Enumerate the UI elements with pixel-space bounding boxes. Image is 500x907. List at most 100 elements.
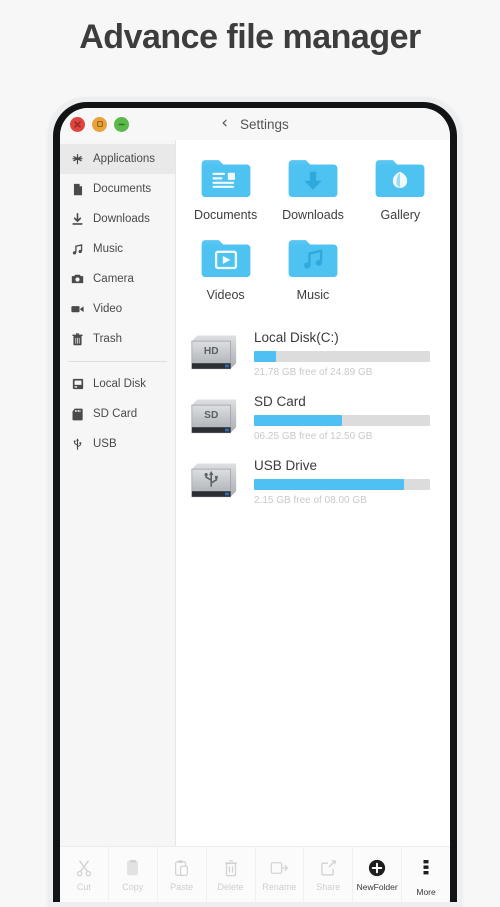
sidebar-item-documents[interactable]: Documents [60, 174, 175, 204]
trash-icon [223, 858, 239, 878]
storage-item-local-disk[interactable]: HD Local Disk(C:) 21.78 GB free of 24.89… [182, 322, 444, 386]
folder-documents-icon [199, 156, 253, 202]
hard-drive-icon: HD [186, 330, 242, 378]
paste-icon [173, 858, 190, 878]
storage-name: SD Card [254, 394, 306, 409]
sidebar-item-trash[interactable]: Trash [60, 324, 175, 354]
copy-icon [124, 858, 141, 878]
window-body: Applications Documents Downloads Music C… [60, 140, 450, 846]
sidebar: Applications Documents Downloads Music C… [60, 140, 176, 846]
folder-item-gallery[interactable]: Gallery [357, 152, 444, 228]
minimize-icon[interactable] [114, 116, 129, 132]
storage-progress-bar [254, 479, 430, 490]
page-title: Advance file manager [79, 18, 421, 56]
sidebar-item-sd-card[interactable]: SD Card [60, 399, 175, 429]
sidebar-item-label: Applications [93, 153, 156, 165]
storage-info: USB Drive 2.15 GB free of 08.00 GB [254, 458, 436, 506]
folder-music-icon [286, 236, 340, 282]
storage-progress-fill [254, 415, 342, 426]
sidebar-item-label: Camera [93, 273, 134, 285]
folder-label: Music [296, 288, 330, 302]
tool-label: More [416, 886, 436, 897]
sidebar-item-camera[interactable]: Camera [60, 264, 175, 294]
app-window: ‹ Settings Applications Documents Downlo… [60, 108, 450, 902]
rename-icon [270, 858, 289, 878]
sidebar-item-video[interactable]: Video [60, 294, 175, 324]
sd-drive-icon: SD [186, 394, 242, 442]
cut-button[interactable]: Cut [60, 847, 109, 902]
usb-drive-icon [186, 458, 242, 506]
sidebar-item-label: Downloads [93, 213, 150, 225]
window-controls [70, 116, 129, 132]
sidebar-divider [68, 361, 167, 362]
copy-button[interactable]: Copy [109, 847, 158, 902]
rename-button[interactable]: Rename [256, 847, 305, 902]
more-vertical-icon [423, 858, 429, 878]
more-button[interactable]: More [402, 847, 450, 902]
sidebar-item-downloads[interactable]: Downloads [60, 204, 175, 234]
sidebar-item-label: Music [93, 243, 124, 255]
tool-label: Share [316, 881, 341, 892]
sidebar-item-local-disk[interactable]: Local Disk [60, 369, 175, 399]
applications-icon [71, 153, 84, 166]
bottom-toolbar: Cut Copy Paste Delete Rename Share NewFo… [60, 846, 450, 902]
storage-info: SD Card 06.25 GB free of 12.50 GB [254, 394, 436, 442]
sidebar-item-label: Local Disk [93, 378, 147, 390]
storage-name: Local Disk(C:) [254, 330, 339, 345]
storage-progress-fill [254, 479, 404, 490]
storage-item-sd-card[interactable]: SD SD Card 06.25 GB free of 12.50 GB [182, 386, 444, 450]
svg-text:HD: HD [204, 346, 219, 357]
folder-gallery-icon [373, 156, 427, 202]
storage-usage-text: 06.25 GB free of 12.50 GB [254, 431, 373, 442]
storage-item-usb-drive[interactable]: USB Drive 2.15 GB free of 08.00 GB [182, 450, 444, 514]
chevron-left-icon[interactable]: ‹ [221, 114, 228, 132]
download-icon [71, 212, 84, 226]
folder-label: Downloads [282, 208, 344, 222]
folder-item-documents[interactable]: Documents [182, 152, 269, 228]
window-titlebar: ‹ Settings [60, 108, 450, 140]
share-icon [320, 858, 337, 878]
usb-icon [71, 438, 84, 451]
content-area: Documents Downloads Gallery Videos Music… [176, 140, 450, 846]
close-icon[interactable] [70, 116, 85, 132]
camera-icon [71, 273, 84, 286]
sidebar-item-applications[interactable]: Applications [60, 144, 175, 174]
paste-button[interactable]: Paste [158, 847, 207, 902]
tool-label: NewFolder [356, 881, 398, 892]
hard-disk-icon [71, 378, 84, 391]
nav-title: Settings [240, 116, 289, 132]
tool-label: Cut [76, 881, 91, 892]
sidebar-item-label: Video [93, 303, 123, 315]
phone-frame: ‹ Settings Applications Documents Downlo… [48, 97, 462, 907]
folder-item-videos[interactable]: Videos [182, 232, 269, 308]
folder-label: Gallery [380, 208, 421, 222]
maximize-icon[interactable] [92, 116, 107, 132]
folder-downloads-icon [286, 156, 340, 202]
tool-label: Rename [262, 881, 297, 892]
folder-label: Documents [194, 208, 258, 222]
svg-text:SD: SD [204, 410, 218, 421]
sidebar-item-music[interactable]: Music [60, 234, 175, 264]
share-button[interactable]: Share [304, 847, 354, 902]
tool-label: Paste [170, 881, 194, 892]
folder-item-music[interactable]: Music [269, 232, 356, 308]
plus-circle-icon [368, 858, 386, 878]
sidebar-item-usb[interactable]: USB [60, 429, 175, 459]
storage-progress-fill [254, 351, 276, 362]
folder-item-downloads[interactable]: Downloads [269, 152, 356, 228]
folder-grid: Documents Downloads Gallery Videos Music [182, 152, 444, 308]
storage-progress-bar [254, 415, 430, 426]
new-folder-button[interactable]: NewFolder [353, 847, 403, 902]
document-icon [71, 183, 84, 196]
sidebar-item-label: SD Card [93, 408, 138, 420]
delete-button[interactable]: Delete [207, 847, 256, 902]
storage-info: Local Disk(C:) 21.78 GB free of 24.89 GB [254, 330, 436, 378]
sidebar-item-label: Documents [93, 183, 152, 195]
sidebar-item-label: USB [93, 438, 117, 450]
phone-bezel: ‹ Settings Applications Documents Downlo… [53, 102, 457, 902]
trash-icon [71, 332, 84, 346]
scissors-icon [75, 858, 93, 878]
folder-videos-icon [199, 236, 253, 282]
tool-label: Copy [122, 881, 144, 892]
folder-label: Videos [206, 288, 245, 302]
